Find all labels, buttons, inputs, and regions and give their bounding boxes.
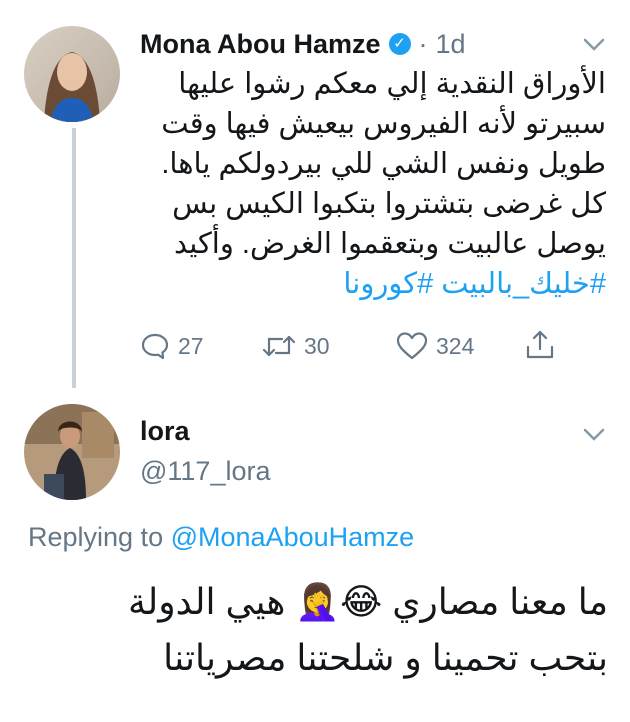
retweet-count: 30 bbox=[304, 332, 330, 359]
retweet-button[interactable]: 30 bbox=[262, 328, 330, 364]
author-name[interactable]: Mona Abou Hamze bbox=[140, 29, 381, 60]
tweet-text-line: الأوراق النقدية إلي معكم رشوا عليها bbox=[178, 68, 606, 100]
reply-text: ما معنا مصاري 😂🤦‍♀️ هيي الدولة بتحب تحمي… bbox=[24, 574, 608, 686]
reply-author-handle[interactable]: @117_lora bbox=[140, 456, 271, 487]
reply-text-line: ما معنا مصاري 😂🤦‍♀️ هيي الدولة bbox=[127, 581, 608, 622]
heart-icon bbox=[396, 332, 428, 360]
replying-to-mention[interactable]: @MonaAbouHamze bbox=[171, 522, 415, 552]
tweet-time[interactable]: 1d bbox=[436, 29, 466, 60]
tweet-hashtags[interactable]: #خليك_بالبيت #كورونا bbox=[140, 264, 606, 304]
like-count: 324 bbox=[436, 332, 475, 359]
reply-icon bbox=[141, 333, 169, 360]
share-icon bbox=[526, 330, 554, 359]
tweet-text-line: يوصل عالبيت وبتعقموا الغرض. وأكيد bbox=[174, 228, 606, 260]
verified-badge-icon: ✓ bbox=[388, 33, 411, 55]
reply-button[interactable]: 27 bbox=[140, 328, 204, 364]
retweet-icon bbox=[262, 335, 296, 357]
reply-author-avatar[interactable] bbox=[24, 404, 120, 500]
tweet-text-line: كل غرضى بتشتروا بتكبوا الكيس بس bbox=[172, 188, 606, 220]
tweet-header: Mona Abou Hamze ✓ · 1d bbox=[140, 24, 466, 64]
reply-text-line: بتحب تحمينا و شلحتنا مصرياتنا bbox=[163, 637, 608, 678]
author-avatar[interactable] bbox=[24, 26, 120, 122]
replying-to-line: Replying to @MonaAbouHamze bbox=[28, 522, 414, 553]
tweet-text: الأوراق النقدية إلي معكم رشوا عليها سبير… bbox=[140, 64, 606, 304]
replying-to-label: Replying to bbox=[28, 522, 164, 552]
thread-connector-line bbox=[72, 128, 76, 388]
reply-chevron-down-icon[interactable] bbox=[580, 420, 608, 448]
tweet-text-line: طويل ونفس الشي للي بيردولكم ياها. bbox=[161, 148, 606, 180]
reply-author-name[interactable]: lora bbox=[140, 416, 190, 447]
time-separator: · bbox=[418, 28, 428, 59]
reply-count: 27 bbox=[178, 332, 204, 359]
tweet-text-line: سبيرتو لأنه الفيروس بيعيش فيها وقت bbox=[161, 108, 606, 140]
chevron-down-icon[interactable] bbox=[580, 30, 608, 58]
like-button[interactable]: 324 bbox=[396, 328, 474, 364]
share-button[interactable] bbox=[524, 329, 556, 361]
